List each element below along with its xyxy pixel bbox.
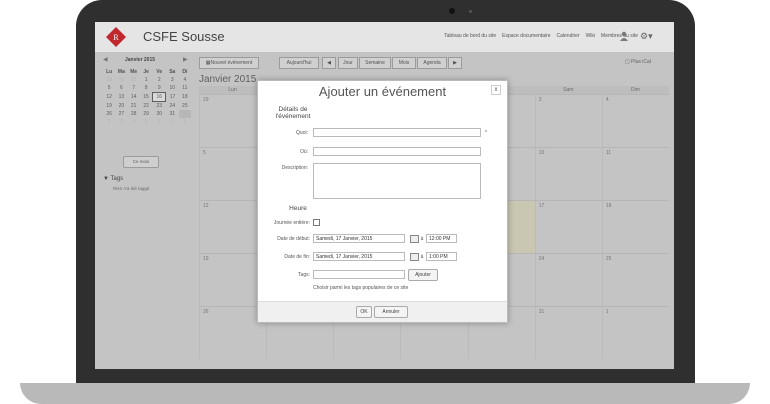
camera-icon — [449, 8, 455, 14]
end-date-input[interactable]: Samedi, 17 Janvier, 2015 — [313, 252, 405, 261]
nav-calendar[interactable]: Calendrier — [557, 33, 580, 39]
tags-input[interactable] — [313, 270, 405, 279]
where-input[interactable] — [313, 147, 481, 156]
calendar-icon[interactable] — [410, 253, 419, 261]
user-icon[interactable] — [619, 31, 629, 41]
time-heading: Heure — [289, 205, 307, 212]
tags-hint-link[interactable]: Choisir parmi les tags populaires de ce … — [313, 285, 453, 291]
end-label: Date de fin: — [284, 254, 310, 260]
screen: R CSFE Sousse Tableau de bord du site Es… — [95, 22, 674, 369]
add-tag-button[interactable]: Ajouter — [408, 269, 438, 281]
description-label: Description: — [281, 165, 308, 171]
camera-indicator — [469, 10, 472, 13]
logo-icon[interactable]: R — [106, 27, 126, 47]
svg-text:R: R — [113, 33, 119, 42]
where-label: Où: — [299, 149, 308, 155]
nav-wiki[interactable]: Wiki — [586, 33, 595, 39]
laptop-base — [20, 383, 750, 404]
end-time-input[interactable]: 1:00 PM — [426, 252, 457, 261]
what-label: Quoi: — [296, 130, 308, 136]
gear-icon[interactable]: ⚙▾ — [640, 31, 654, 41]
nav-documents[interactable]: Espace documentaire — [502, 33, 550, 39]
all-day-checkbox[interactable] — [313, 219, 320, 226]
start-time-input[interactable]: 12:00 PM — [426, 234, 457, 243]
what-input[interactable] — [313, 128, 481, 137]
site-header: R CSFE Sousse Tableau de bord du site Es… — [95, 22, 674, 52]
dialog-title: Ajouter un événement — [318, 84, 447, 99]
description-textarea[interactable] — [313, 163, 481, 199]
top-nav: Tableau de bord du site Espace documenta… — [444, 33, 638, 39]
required-mark: * — [485, 130, 487, 136]
dialog-footer: OK Annuler — [258, 301, 507, 322]
tags-label: Tags: — [298, 272, 310, 278]
start-date-input[interactable]: Samedi, 17 Janvier, 2015 — [313, 234, 405, 243]
calendar-icon[interactable] — [410, 235, 419, 243]
ok-button[interactable]: OK — [356, 306, 372, 318]
at-label: à — [420, 254, 424, 260]
details-heading: Détails de l'événement — [275, 106, 311, 120]
all-day-label: Journée entière: — [273, 220, 310, 226]
start-label: Date de début: — [277, 236, 310, 242]
at-label: à — [420, 236, 424, 242]
cancel-button[interactable]: Annuler — [374, 306, 408, 318]
add-event-dialog: Ajouter un événement x Détails de l'évén… — [257, 80, 508, 323]
close-icon[interactable]: x — [491, 85, 501, 95]
site-title[interactable]: CSFE Sousse — [143, 29, 225, 44]
nav-dashboard[interactable]: Tableau de bord du site — [444, 33, 496, 39]
